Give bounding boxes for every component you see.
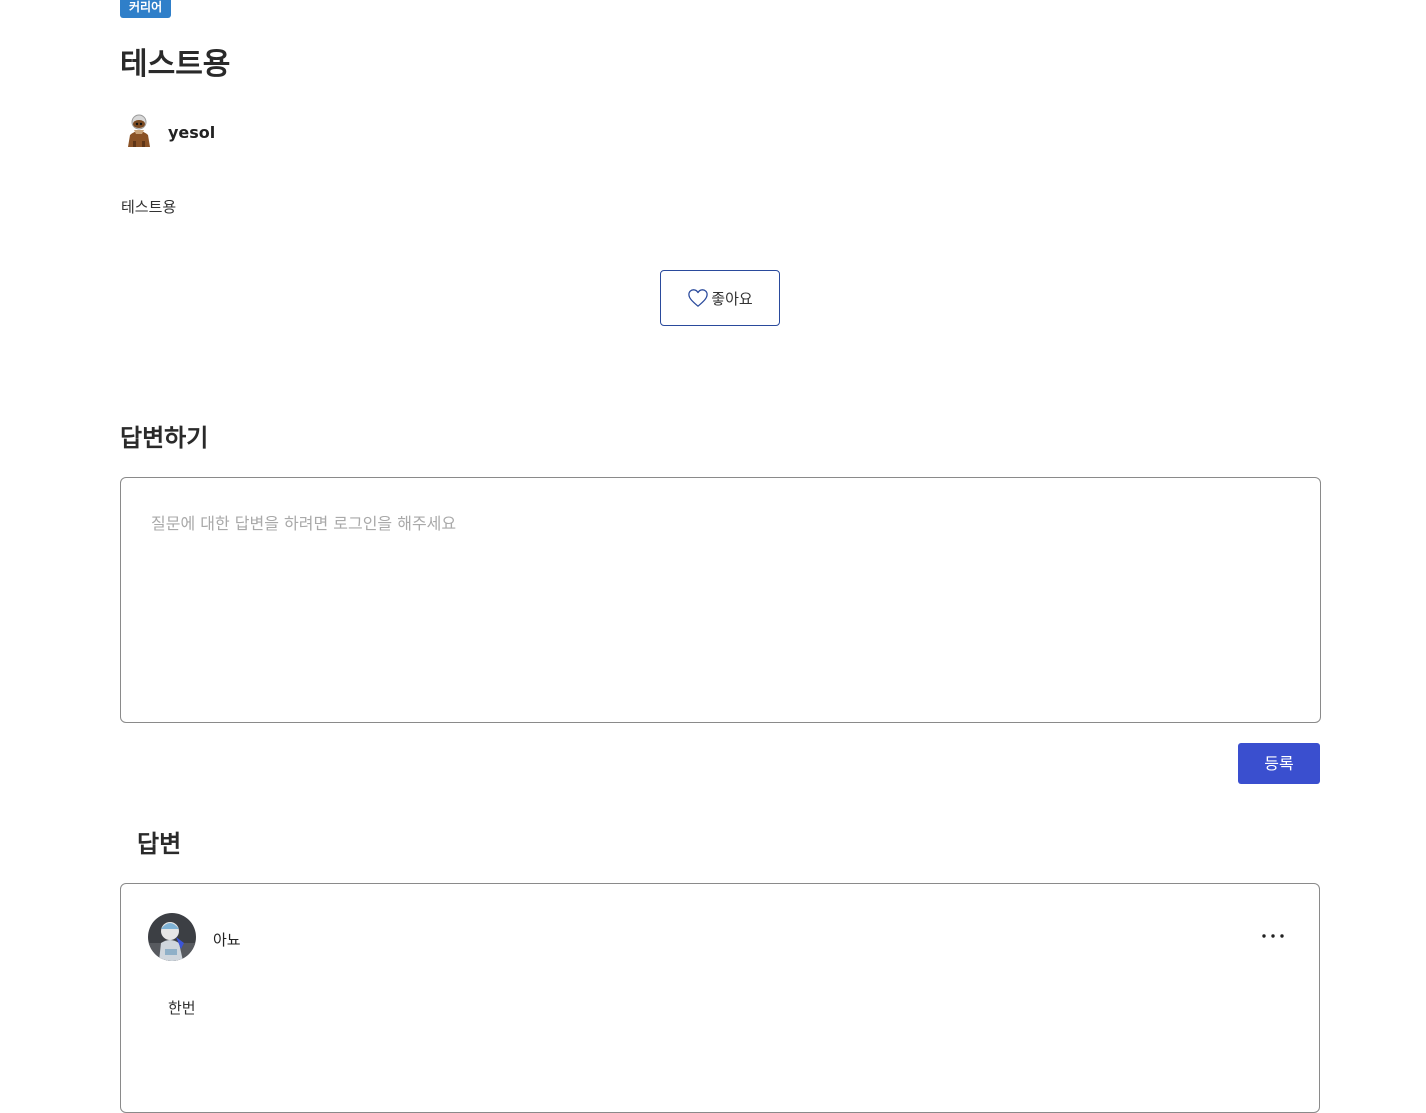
answer-content: 한번 <box>168 999 196 1017</box>
post-body: 테스트용 <box>121 198 177 216</box>
post-title: 테스트용 <box>120 47 231 82</box>
answer-form-title: 답변하기 <box>120 424 209 452</box>
answer-card: 아뇨 한번 <box>120 883 1320 1113</box>
like-button[interactable]: 좋아요 <box>660 270 780 326</box>
submit-button[interactable]: 등록 <box>1238 743 1320 784</box>
answer-author-name[interactable]: 아뇨 <box>213 929 241 950</box>
answer-textarea[interactable] <box>120 477 1321 723</box>
answers-title: 답변 <box>137 830 182 858</box>
like-label: 좋아요 <box>711 289 753 308</box>
more-horizontal-icon <box>1262 934 1284 938</box>
heart-icon <box>688 289 709 307</box>
more-options-button[interactable] <box>1259 928 1287 944</box>
answer-author-avatar <box>148 913 196 961</box>
author-name[interactable]: yesol <box>168 123 215 142</box>
category-badge: 커리어 <box>120 0 172 18</box>
post-author: yesol <box>121 113 215 151</box>
author-avatar <box>128 114 150 147</box>
